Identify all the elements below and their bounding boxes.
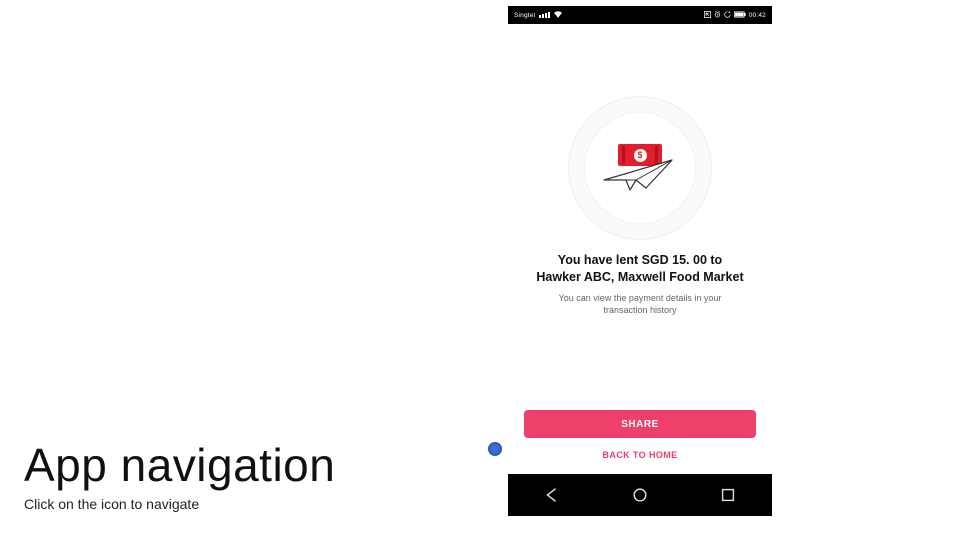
slide-caption: App navigation Click on the icon to navi…: [24, 438, 335, 512]
bullet-dot-icon: [488, 442, 502, 456]
alarm-icon: [714, 11, 721, 20]
recent-icon[interactable]: [719, 486, 737, 504]
slide-subtitle: Click on the icon to navigate: [24, 496, 335, 512]
back-icon[interactable]: [543, 486, 561, 504]
carrier-label: Singtel: [514, 12, 535, 19]
paper-plane-icon: $: [604, 148, 676, 188]
slide-title: App navigation: [24, 438, 335, 492]
android-nav-bar: [508, 474, 772, 516]
signal-icon: [539, 12, 550, 18]
hero-circle-inner: $: [585, 113, 695, 223]
confirmation-subline: You can view the payment details in your…: [537, 292, 744, 316]
phone-mockup: Singtel 00:42: [508, 6, 772, 534]
battery-icon: [734, 11, 746, 20]
headline-line-2: Hawker ABC, Maxwell Food Market: [536, 270, 743, 284]
share-button[interactable]: SHARE: [524, 410, 756, 438]
back-to-home-button[interactable]: BACK TO HOME: [524, 444, 756, 466]
subline-line-1: You can view the payment details in your: [559, 293, 722, 303]
headline-line-1: You have lent SGD 15. 00 to: [558, 253, 722, 267]
confirmation-screen: $ You have lent SGD 15. 00 to Hawker ABC…: [508, 24, 772, 474]
home-icon[interactable]: [631, 486, 649, 504]
subline-line-2: transaction history: [603, 305, 676, 315]
status-bar: Singtel 00:42: [508, 6, 772, 24]
wifi-icon: [554, 11, 562, 20]
nfc-icon: [704, 11, 711, 20]
confirmation-headline: You have lent SGD 15. 00 to Hawker ABC, …: [520, 252, 759, 286]
clock-label: 00:42: [749, 12, 766, 19]
sync-icon: [724, 11, 731, 20]
hero-circle: $: [568, 96, 712, 240]
